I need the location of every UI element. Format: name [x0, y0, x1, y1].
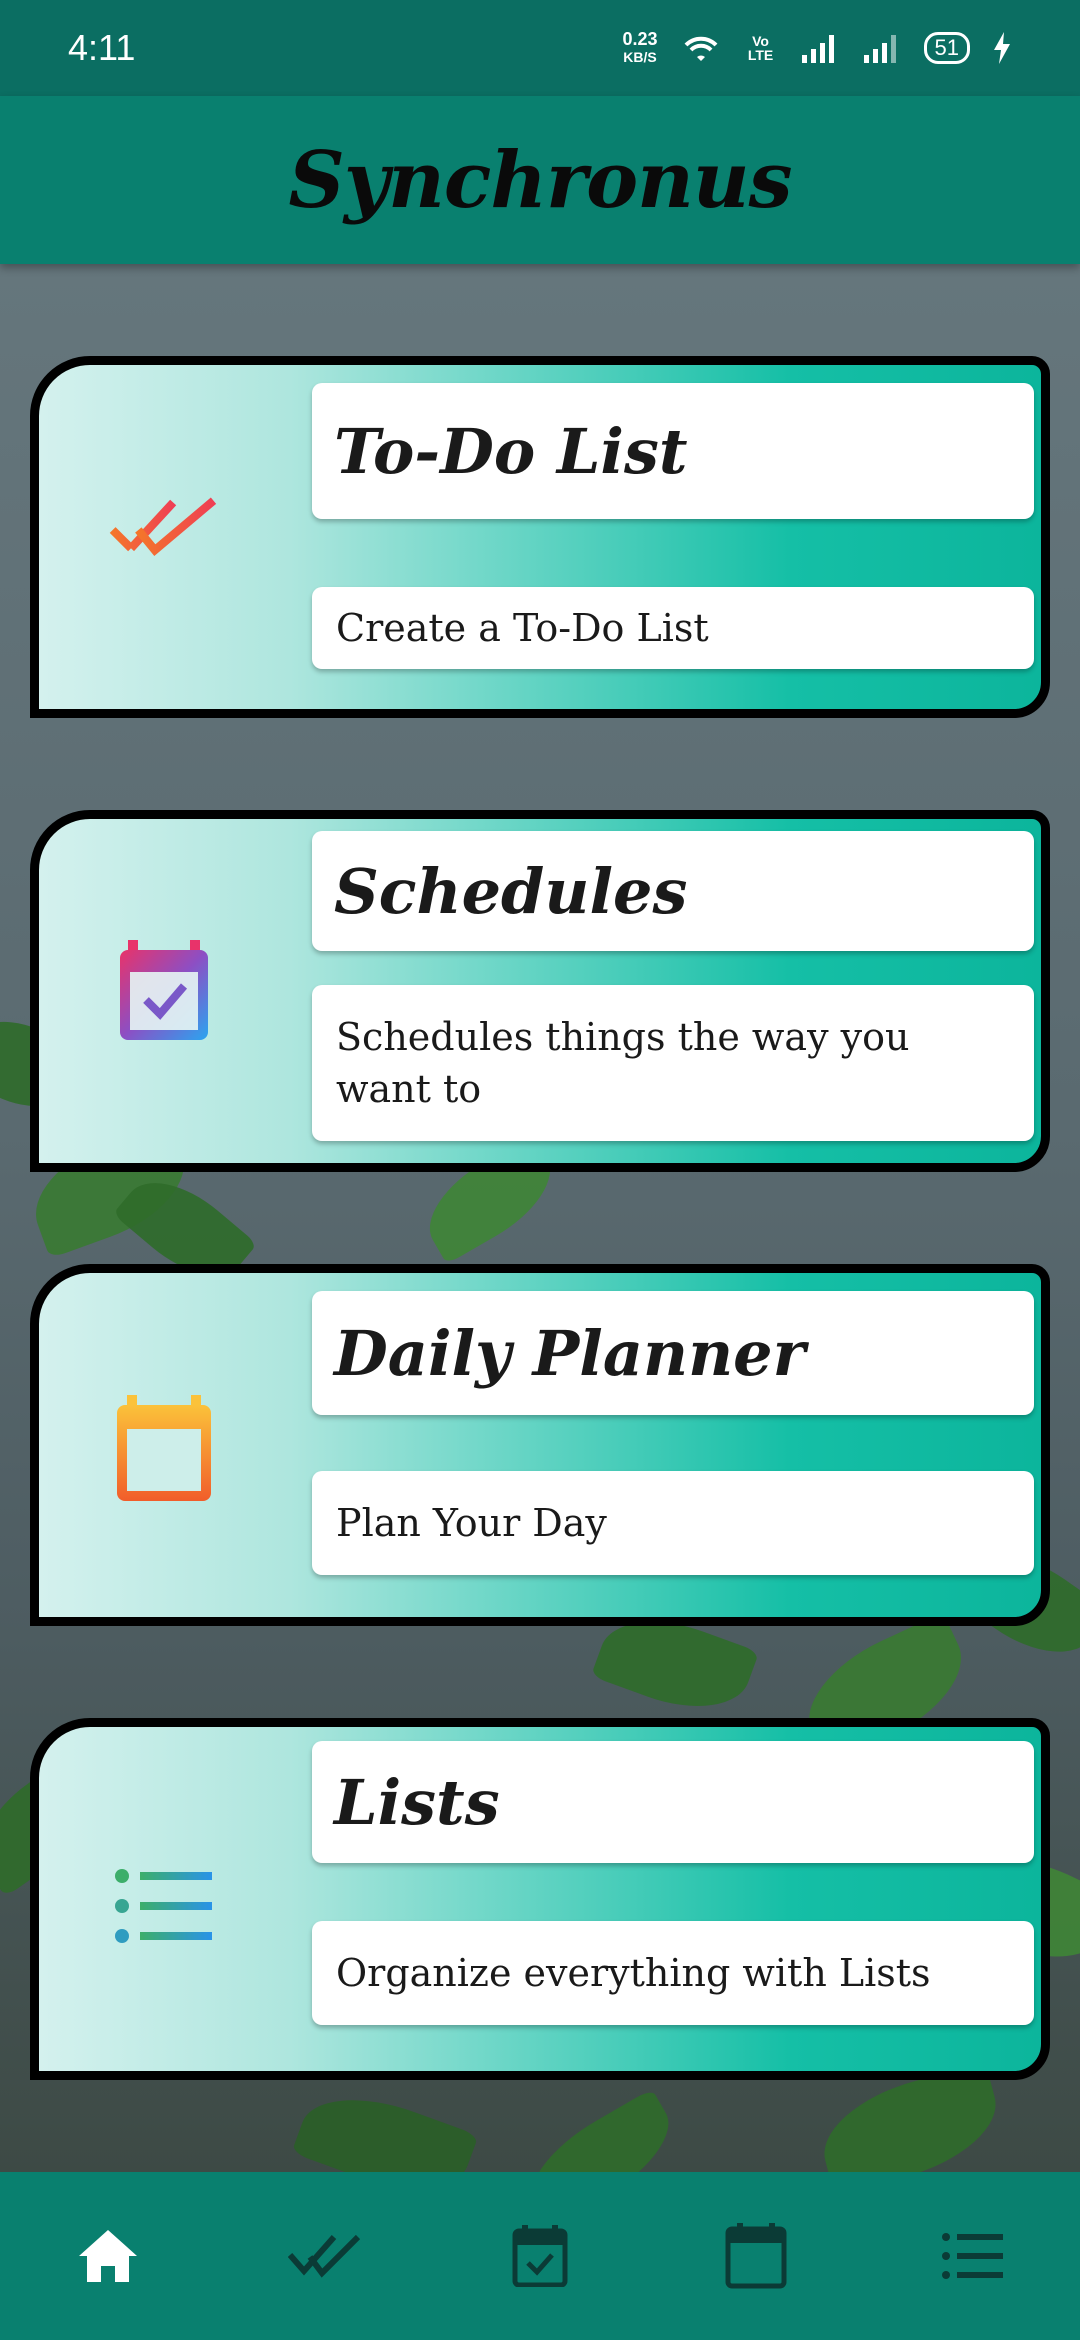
card-description: Schedules things the way you want to — [336, 1015, 910, 1111]
calendar-icon — [109, 1395, 219, 1505]
nav-home[interactable] — [48, 2196, 168, 2316]
calendar-check-icon — [109, 937, 219, 1047]
app-bar: Synchronus — [0, 96, 1080, 264]
status-bar: 4:11 0.23 KB/S Vo LTE 51 — [0, 0, 1080, 96]
todo-card[interactable]: To-Do List Create a To-Do List — [30, 356, 1050, 718]
nav-todo[interactable] — [264, 2196, 384, 2316]
daily-planner-description-box: Plan Your Day — [312, 1471, 1034, 1575]
card-title: Lists — [334, 1765, 500, 1839]
card-description: Plan Your Day — [336, 1501, 607, 1545]
lists-description-box: Organize everything with Lists — [312, 1921, 1034, 2025]
nav-lists[interactable] — [912, 2196, 1032, 2316]
network-speed: 0.23 KB/S — [622, 29, 658, 65]
card-title: To-Do List — [334, 414, 688, 488]
bottom-navigation — [0, 2172, 1080, 2340]
card-title: Schedules — [334, 854, 688, 928]
schedules-title-box: Schedules — [312, 831, 1034, 951]
todo-title-box: To-Do List — [312, 383, 1034, 519]
list-icon — [109, 1851, 219, 1961]
list-icon — [942, 2233, 1003, 2279]
calendar-icon — [725, 2223, 787, 2289]
nav-schedules[interactable] — [480, 2196, 600, 2316]
schedules-card[interactable]: Schedules Schedules things the way you w… — [30, 810, 1050, 1172]
lists-card[interactable]: Lists Organize everything with Lists — [30, 1718, 1050, 2080]
charging-icon — [994, 32, 1010, 64]
schedules-description-box: Schedules things the way you want to — [312, 985, 1034, 1141]
status-time: 4:11 — [68, 27, 136, 68]
double-check-icon — [109, 475, 219, 585]
card-title: Daily Planner — [334, 1316, 806, 1390]
status-icons: 0.23 KB/S Vo LTE 51 — [622, 30, 1012, 66]
daily-planner-title-box: Daily Planner — [312, 1291, 1034, 1415]
double-check-icon — [288, 2234, 360, 2278]
battery-icon: 51 — [923, 32, 970, 64]
lists-title-box: Lists — [312, 1741, 1034, 1863]
card-description: Create a To-Do List — [336, 606, 709, 650]
volte-icon: Vo LTE — [747, 33, 774, 63]
home-icon — [79, 2230, 137, 2282]
wifi-icon — [684, 36, 717, 61]
daily-planner-card[interactable]: Daily Planner Plan Your Day — [30, 1264, 1050, 1626]
calendar-check-icon — [512, 2225, 568, 2287]
todo-description-box: Create a To-Do List — [312, 587, 1034, 669]
nav-planner[interactable] — [696, 2196, 816, 2316]
signal-icon-2 — [863, 35, 896, 63]
signal-icon — [801, 35, 834, 63]
card-description: Organize everything with Lists — [336, 1951, 931, 1995]
app-title: Synchronus — [288, 134, 792, 226]
